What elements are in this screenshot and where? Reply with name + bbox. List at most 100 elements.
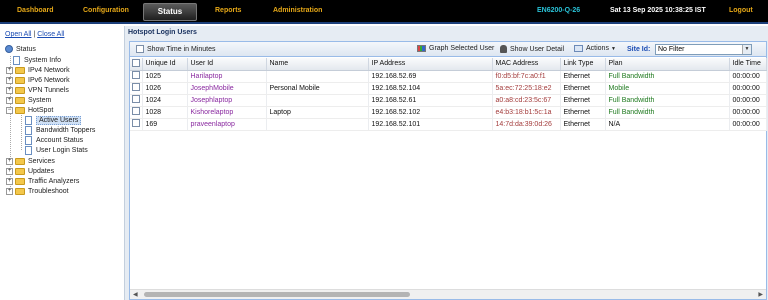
page-icon (25, 145, 32, 155)
actions-menu-button[interactable]: Actions ▼ (574, 45, 616, 52)
table-row[interactable]: 1028 Kishorelaptop Laptop 192.168.52.102… (130, 106, 767, 119)
folder-icon (15, 66, 25, 74)
idle-time-cell: 00:00:00 (729, 70, 767, 83)
nav-administration[interactable]: Administration (273, 7, 322, 14)
idle-time-cell: 00:00:00 (729, 94, 767, 107)
expand-icon[interactable]: + (6, 66, 13, 74)
name-cell (266, 70, 369, 83)
table-row[interactable]: 1024 Josephlaptop 192.168.52.61 a0:a8:cd… (130, 94, 767, 107)
user-id-cell[interactable]: Josephlaptop (187, 94, 267, 107)
site-id-select[interactable]: No Filter ▼ (655, 44, 752, 55)
tree-item-traffic-analyzers[interactable]: + Traffic Analyzers (6, 176, 79, 186)
horizontal-scrollbar[interactable]: ◀ ▶ (130, 289, 766, 299)
close-all-link[interactable]: Close All (37, 31, 64, 38)
idle-time-cell: 00:00:00 (729, 118, 767, 131)
link-type-cell: Ethernet (560, 106, 606, 119)
tree-item-services[interactable]: + Services (6, 156, 55, 166)
tree-item-user-login-stats[interactable]: User Login Stats (25, 145, 88, 155)
actions-icon (574, 45, 583, 52)
expand-icon[interactable]: + (6, 177, 13, 185)
plan-cell: Full Bandwidth (605, 94, 730, 107)
tree-controls: Open All | Close All (5, 31, 64, 38)
folder-icon (15, 177, 25, 185)
name-cell: Laptop (266, 106, 369, 119)
ip-cell: 192.168.52.101 (368, 118, 493, 131)
scroll-right-icon[interactable]: ▶ (758, 291, 763, 298)
scrollbar-thumb[interactable] (144, 292, 410, 297)
tree-item-system[interactable]: + System (6, 95, 51, 105)
col-ip-address[interactable]: IP Address (368, 58, 493, 71)
expand-icon[interactable]: + (6, 86, 13, 94)
user-icon (500, 45, 507, 53)
row-checkbox[interactable] (130, 70, 143, 83)
col-link-type[interactable]: Link Type (560, 58, 606, 71)
users-table: Unique Id User Id Name IP Address MAC Ad… (130, 58, 767, 131)
ip-cell: 192.168.52.104 (368, 82, 493, 95)
col-name[interactable]: Name (266, 58, 369, 71)
folder-icon (15, 86, 25, 94)
expand-icon[interactable]: + (6, 187, 13, 195)
user-id-cell[interactable]: JosephMobile (187, 82, 267, 95)
tree-item-bandwidth-toppers[interactable]: Bandwidth Toppers (25, 125, 95, 135)
mac-cell: 14:7d:da:39:0d:26 (492, 118, 561, 131)
folder-icon (15, 167, 25, 175)
nav-reports[interactable]: Reports (215, 7, 241, 14)
collapse-icon[interactable]: − (6, 106, 13, 114)
scroll-left-icon[interactable]: ◀ (133, 291, 138, 298)
expand-icon[interactable]: + (6, 76, 13, 84)
page-icon (25, 125, 32, 135)
plan-cell: N/A (605, 118, 730, 131)
tree-item-account-status[interactable]: Account Status (25, 135, 83, 145)
row-checkbox[interactable] (130, 82, 143, 95)
unique-id-cell: 1024 (142, 94, 188, 107)
tree-item-troubleshoot[interactable]: + Troubleshoot (6, 186, 69, 196)
tree-item-ipv4-network[interactable]: + IPv4 Network (6, 65, 70, 75)
expand-icon[interactable]: + (6, 167, 13, 175)
logout-link[interactable]: Logout (729, 7, 753, 14)
col-user-id[interactable]: User Id (187, 58, 267, 71)
col-plan[interactable]: Plan (605, 58, 730, 71)
name-cell (266, 118, 369, 131)
tree-item-active-users[interactable]: Active Users (25, 115, 82, 125)
chevron-down-icon[interactable]: ▼ (742, 45, 751, 54)
graph-selected-user-button[interactable]: Graph Selected User (417, 45, 494, 52)
tree-item-system-info[interactable]: System Info (13, 55, 61, 65)
ip-cell: 192.168.52.69 (368, 70, 493, 83)
show-user-detail-button[interactable]: Show User Detail (500, 45, 564, 53)
unique-id-cell: 1028 (142, 106, 188, 119)
user-id-cell[interactable]: praveenlaptop (187, 118, 267, 131)
col-mac-address[interactable]: MAC Address (492, 58, 561, 71)
show-time-toggle[interactable]: Show Time in Minutes (136, 45, 215, 53)
tree-item-vpn-tunnels[interactable]: + VPN Tunnels (6, 85, 69, 95)
system-clock: Sat 13 Sep 2025 10:38:25 IST (610, 7, 706, 14)
col-unique-id[interactable]: Unique Id (142, 58, 188, 71)
tree-item-ipv6-network[interactable]: + IPv6 Network (6, 75, 70, 85)
col-idle-time[interactable]: Idle Time (729, 58, 767, 71)
expand-icon[interactable]: + (6, 157, 13, 165)
users-grid: Show Time in Minutes Graph Selected User… (129, 41, 767, 300)
plan-cell: Mobile (605, 82, 730, 95)
link-type-cell: Ethernet (560, 82, 606, 95)
tree-item-hotspot[interactable]: − HotSpot (6, 105, 53, 115)
ip-cell: 192.168.52.61 (368, 94, 493, 107)
nav-dashboard[interactable]: Dashboard (17, 7, 54, 14)
row-checkbox[interactable] (130, 94, 143, 107)
nav-status[interactable]: Status (143, 3, 197, 21)
open-all-link[interactable]: Open All (5, 31, 31, 38)
page-icon (25, 115, 32, 125)
mac-cell: f0:d5:bf:7c:a0:f1 (492, 70, 561, 83)
row-checkbox[interactable] (130, 106, 143, 119)
page-icon (25, 135, 32, 145)
user-id-cell[interactable]: Harilaptop (187, 70, 267, 83)
show-time-checkbox[interactable] (136, 45, 144, 53)
tree-item-updates[interactable]: + Updates (6, 166, 54, 176)
table-row[interactable]: 1026 JosephMobile Personal Mobile 192.16… (130, 82, 767, 95)
expand-icon[interactable]: + (6, 96, 13, 104)
table-row[interactable]: 169 praveenlaptop 192.168.52.101 14:7d:d… (130, 118, 767, 131)
select-all-checkbox[interactable] (130, 58, 143, 71)
table-row[interactable]: 1025 Harilaptop 192.168.52.69 f0:d5:bf:7… (130, 70, 767, 83)
nav-configuration[interactable]: Configuration (83, 7, 129, 14)
row-checkbox[interactable] (130, 118, 143, 131)
tree-root-status[interactable]: Status (5, 44, 36, 54)
user-id-cell[interactable]: Kishorelaptop (187, 106, 267, 119)
